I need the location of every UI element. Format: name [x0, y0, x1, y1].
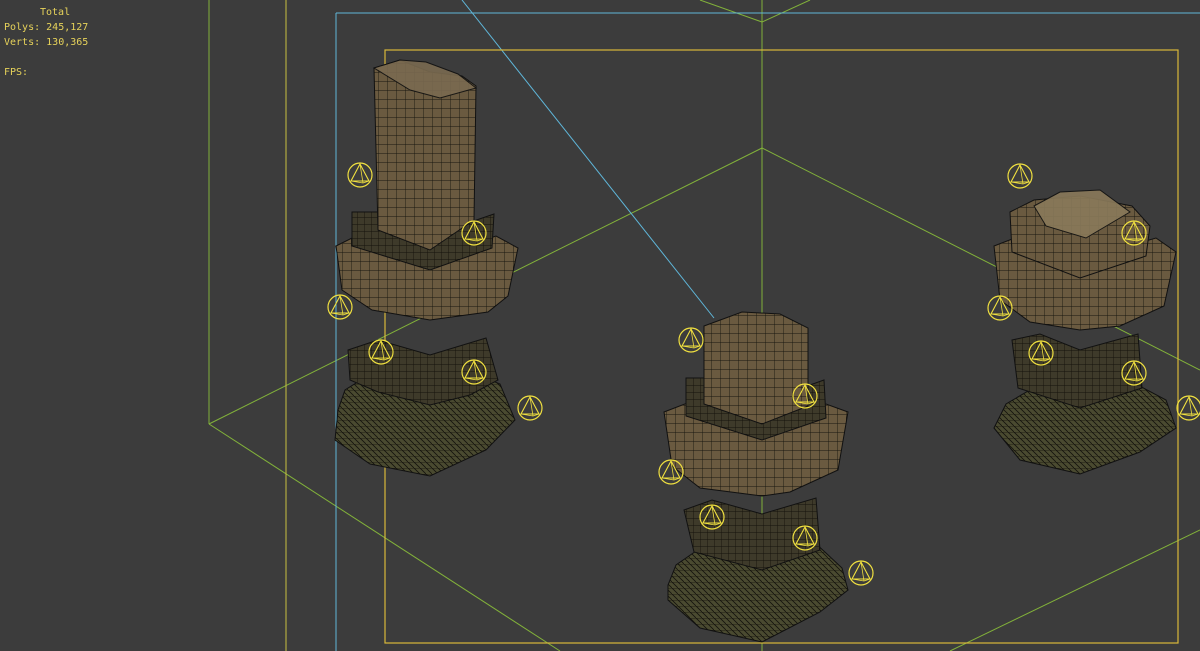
- stats-total-label: Total: [40, 7, 71, 18]
- verts-label: Verts:: [4, 37, 41, 48]
- octahedron-light-icon: [1007, 163, 1033, 189]
- viewport-statistics: Total Polys: 245,127 Verts: 130,365 FPS:: [4, 5, 88, 80]
- octahedron-light-icon: [1176, 395, 1200, 421]
- stats-fps-row: FPS:: [4, 65, 88, 80]
- pillar-tall[interactable]: [334, 59, 519, 477]
- octahedron-light-icon: [347, 162, 373, 188]
- verts-value: 130,365: [46, 37, 89, 48]
- octahedron-light-icon: [678, 327, 704, 353]
- octahedron-light-icon: [848, 560, 874, 586]
- stats-verts-row: Verts: 130,365: [4, 35, 88, 50]
- polys-value: 245,127: [46, 22, 89, 33]
- pillar-center[interactable]: [663, 311, 849, 643]
- stats-polys-row: Polys: 245,127: [4, 20, 88, 35]
- scene-svg: [208, 0, 1200, 651]
- octahedron-light-icon: [517, 395, 543, 421]
- 3d-viewport[interactable]: Total Polys: 245,127 Verts: 130,365 FPS:: [0, 0, 1200, 651]
- stats-spacer: [4, 50, 88, 65]
- fps-label: FPS:: [4, 67, 29, 78]
- pillar-right[interactable]: [993, 189, 1177, 475]
- octahedron-light-icon: [327, 294, 353, 320]
- polys-label: Polys:: [4, 22, 41, 33]
